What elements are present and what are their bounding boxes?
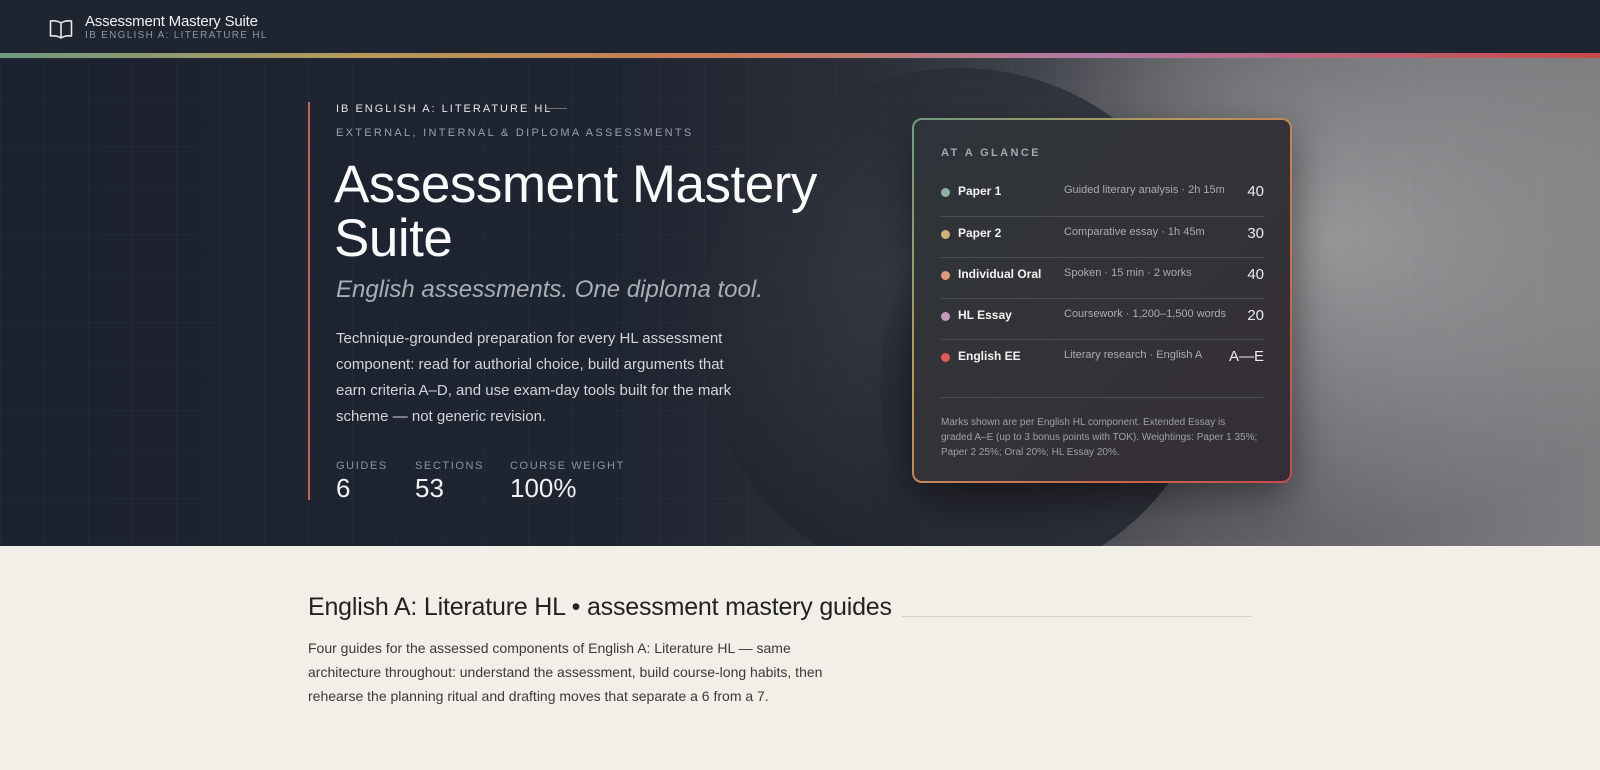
stat-value: 100% [510,473,577,503]
component-row-individual-oral[interactable]: Individual Oral Spoken · 15 min · 2 work… [941,258,1264,299]
section-title: English A: Literature HL • assessment ma… [308,593,892,621]
brand-subtitle: IB ENGLISH A: LITERATURE HL [85,30,268,41]
card-title: AT A GLANCE [941,147,1041,159]
component-name: HL Essay [958,308,1012,322]
card-footnote: Marks shown are per English HL component… [941,417,1258,458]
component-name: Paper 1 [958,184,1002,198]
stat-course-weight: COURSE WEIGHT 100% [510,460,625,504]
stat-guides: GUIDES 6 [336,460,388,504]
at-a-glance-card: AT A GLANCE Paper 1 Guided literary anal… [912,118,1292,483]
section-title-rule [902,616,1252,617]
status-dot [941,271,950,280]
status-dot [941,312,950,321]
status-dot [941,230,950,239]
component-name: Individual Oral [958,267,1042,281]
brand-title[interactable]: Assessment Mastery Suite [85,13,258,30]
component-row-hl-essay[interactable]: HL Essay Coursework · 1,200–1,500 words … [941,299,1264,340]
component-row-english-ee[interactable]: English EE Literary research · English A… [941,340,1264,381]
component-desc: Coursework · 1,200–1,500 words [1064,308,1227,320]
stat-label: SECTIONS [415,460,485,472]
open-book-icon[interactable] [49,19,73,39]
hero-description: Technique-grounded preparation for every… [336,330,732,425]
hero-title: Assessment Mastery Suite [334,155,817,268]
eyebrow-divider [545,108,567,109]
stat-label: COURSE WEIGHT [510,460,625,472]
component-marks: 20 [1247,307,1264,324]
hero-accent-rule [308,102,310,500]
stat-label: GUIDES [336,460,388,472]
stat-sections: SECTIONS 53 [415,460,484,504]
component-desc: Literary research · English A [1064,349,1203,361]
hero-section [0,58,1600,546]
card-note-divider [941,397,1264,398]
hero-eyebrow-secondary: EXTERNAL, INTERNAL & DIPLOMA ASSESSMENTS [336,127,694,139]
component-row-paper-1[interactable]: Paper 1 Guided literary analysis · 2h 15… [941,175,1264,216]
stat-value: 6 [336,473,351,503]
component-marks: 40 [1247,266,1264,283]
component-marks: 30 [1247,225,1264,242]
component-name: Paper 2 [958,226,1002,240]
status-dot [941,188,950,197]
component-name: English EE [958,349,1021,363]
component-row-paper-2[interactable]: Paper 2 Comparative essay · 1h 45m 30 [941,217,1264,258]
component-desc: Spoken · 15 min · 2 works [1064,267,1192,279]
section-description: Four guides for the assessed components … [308,640,823,704]
top-bar: Assessment Mastery Suite IB ENGLISH A: L… [0,0,1600,54]
component-desc: Guided literary analysis · 2h 15m [1064,184,1225,196]
hero-eyebrow: IB ENGLISH A: LITERATURE HL [336,103,553,115]
component-desc: Comparative essay · 1h 45m [1064,226,1205,238]
status-dot [941,353,950,362]
component-marks: 40 [1247,183,1264,200]
hero-tagline: English assessments. One diploma tool. [336,276,763,303]
component-marks: A—E [1228,348,1264,365]
stat-value: 53 [415,473,444,503]
